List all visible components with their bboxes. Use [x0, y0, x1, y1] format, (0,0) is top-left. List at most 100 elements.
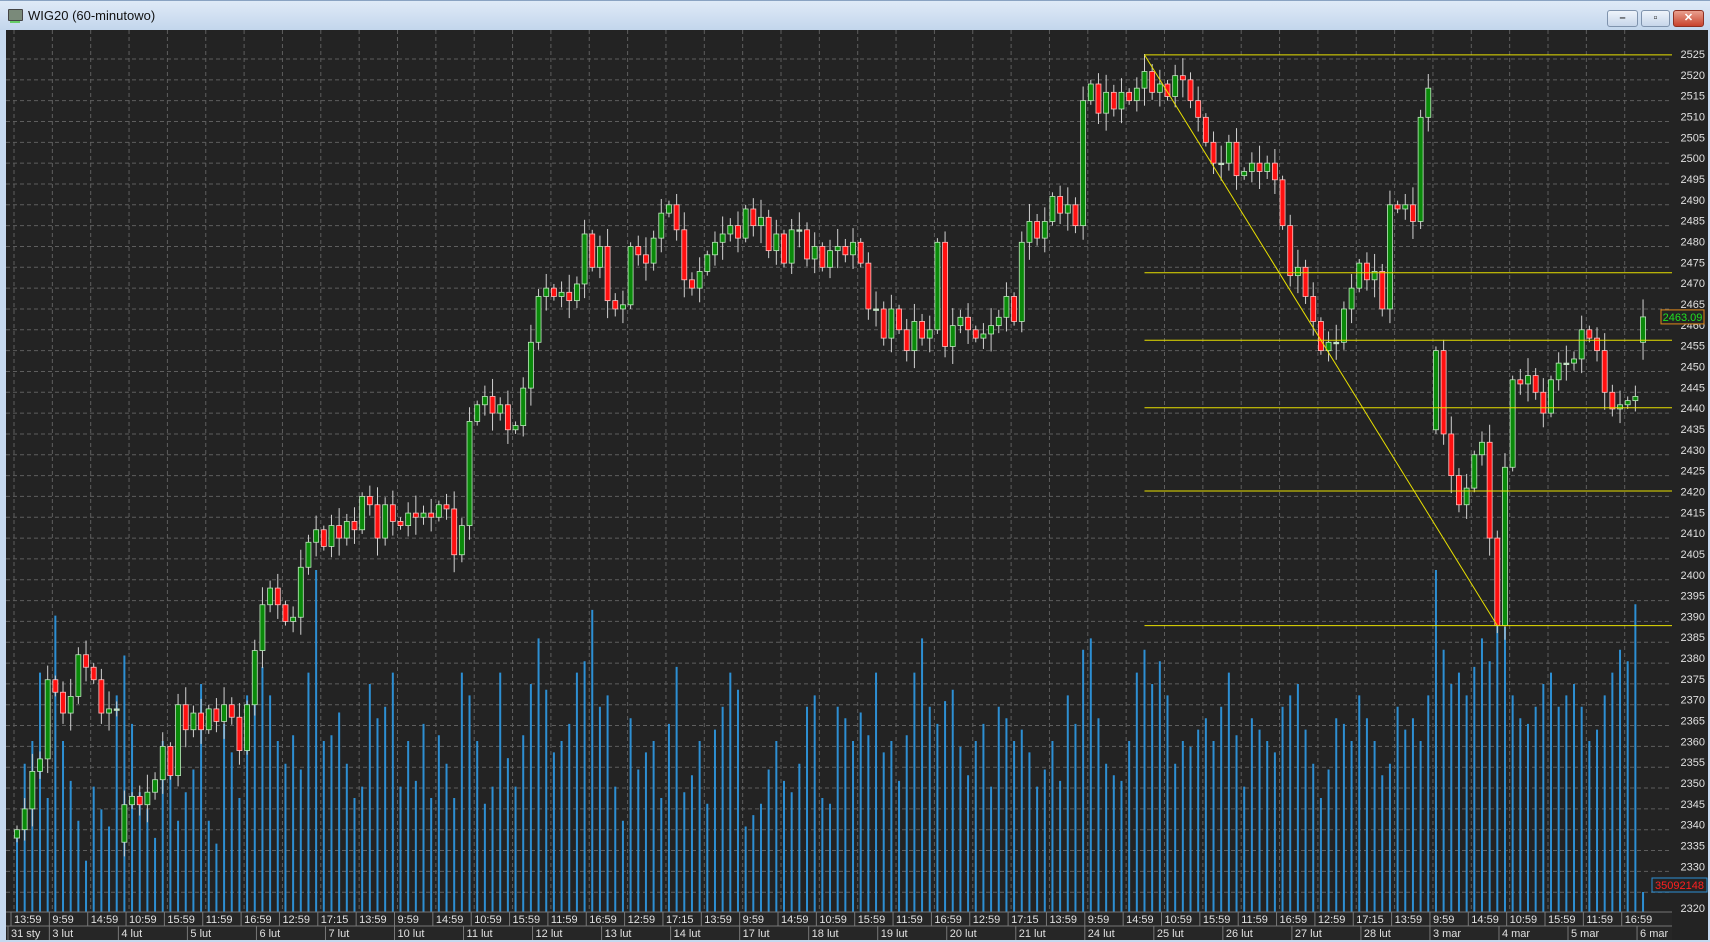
title-bar[interactable]: WIG20 (60-minutowo) – ▫ ✕	[0, 0, 1710, 30]
y-tick-label: 2480	[1681, 236, 1705, 248]
date-label: 3 mar	[1433, 928, 1461, 940]
time-label: 15:59	[1548, 914, 1576, 926]
candle-up	[1064, 204, 1071, 214]
candle-up	[29, 770, 36, 810]
date-label: 26 lut	[1226, 928, 1253, 940]
y-tick-label: 2345	[1681, 799, 1705, 811]
candle-up	[1241, 171, 1248, 177]
candle-down	[1034, 221, 1041, 239]
y-tick-label: 2365	[1681, 716, 1705, 728]
candle-up	[1225, 141, 1232, 164]
time-label: 14:59	[436, 914, 464, 926]
candle-up	[359, 496, 366, 531]
candle-up	[512, 425, 519, 431]
close-button[interactable]: ✕	[1673, 10, 1704, 27]
candle-up	[1348, 287, 1355, 310]
candle-down	[857, 241, 864, 264]
candle-up	[474, 404, 481, 422]
candle-up	[834, 246, 841, 252]
candle-down	[504, 404, 511, 431]
candle-down	[389, 504, 396, 522]
candle-up	[205, 708, 212, 731]
candle-up	[926, 329, 933, 339]
candle-down	[551, 287, 557, 297]
time-label: 13:59	[1049, 914, 1077, 926]
candle-up	[1341, 308, 1347, 343]
candle-up	[1333, 341, 1340, 345]
time-label: 10:59	[474, 914, 502, 926]
candle-down	[1210, 141, 1217, 164]
candle-down	[228, 704, 235, 718]
y-tick-label: 2450	[1681, 361, 1705, 373]
candle-up	[267, 587, 274, 606]
candle-down	[1494, 537, 1501, 626]
candle-up	[175, 704, 181, 776]
y-tick-label: 2410	[1681, 528, 1705, 540]
candle-down	[604, 246, 611, 302]
time-label: 15:59	[167, 914, 195, 926]
time-label: 10:59	[819, 914, 847, 926]
candle-up	[1294, 266, 1301, 277]
time-label: 12:59	[973, 914, 1001, 926]
candle-up	[1003, 296, 1010, 318]
candle-up	[297, 566, 304, 618]
candle-down	[1456, 475, 1462, 506]
time-label: 17:15	[1011, 914, 1039, 926]
y-tick-label: 2375	[1681, 674, 1705, 686]
date-label: 4 mar	[1502, 928, 1530, 940]
y-tick-label: 2350	[1681, 778, 1705, 790]
candle-down	[1011, 296, 1017, 322]
candle-down	[282, 604, 289, 622]
candle-up	[811, 246, 818, 260]
candle-up	[1248, 162, 1255, 172]
time-label: 16:59	[1625, 914, 1653, 926]
candle-down	[1318, 321, 1324, 352]
candle-down	[1364, 262, 1370, 281]
candle-down	[443, 504, 450, 510]
candle-up	[129, 795, 135, 806]
minimize-button[interactable]: –	[1607, 10, 1638, 27]
candle-down	[1410, 204, 1416, 222]
candle-up	[1433, 350, 1439, 431]
time-label: 12:59	[1318, 914, 1346, 926]
candle-down	[1517, 379, 1524, 385]
time-label: 9:59	[52, 914, 73, 926]
candle-up	[159, 745, 166, 781]
candlestick-chart[interactable]: 2525 2520 2515 2510 2505 2500 2495 2490 2485 2480…	[0, 0, 1710, 942]
y-tick-label: 2340	[1681, 820, 1705, 832]
time-label: 10:59	[1510, 914, 1538, 926]
candle-down	[1486, 441, 1493, 539]
date-label: 20 lut	[950, 928, 977, 940]
date-label: 13 lut	[605, 928, 632, 940]
time-label: 16:59	[1280, 914, 1308, 926]
time-label: 14:59	[91, 914, 119, 926]
candle-down	[896, 308, 902, 331]
last-price-label: 2463.09	[1663, 312, 1703, 324]
y-tick-label: 2510	[1681, 111, 1705, 123]
y-tick-label: 2520	[1681, 70, 1705, 82]
time-label: 11:59	[551, 914, 578, 926]
candle-up	[888, 308, 895, 339]
time-label: 14:59	[781, 914, 809, 926]
date-label: 21 lut	[1019, 928, 1046, 940]
time-label: 16:59	[244, 914, 272, 926]
candle-down	[1394, 204, 1401, 210]
time-label: 13:59	[1395, 914, 1423, 926]
time-label: 11:59	[896, 914, 923, 926]
candle-down	[903, 329, 910, 352]
candle-up	[113, 708, 120, 711]
candle-up	[543, 287, 550, 297]
candle-up	[1624, 400, 1631, 406]
candle-up	[758, 216, 764, 227]
candle-down	[90, 666, 97, 681]
candle-up	[850, 241, 856, 256]
y-tick-label: 2400	[1681, 570, 1705, 582]
candle-down	[1379, 271, 1386, 310]
candle-down	[1601, 350, 1608, 393]
maximize-button[interactable]: ▫	[1641, 10, 1670, 27]
candle-up	[788, 229, 795, 264]
candle-down	[1310, 296, 1317, 322]
time-label: 12:59	[282, 914, 310, 926]
time-label: 15:59	[1203, 914, 1231, 926]
candle-up	[1402, 204, 1409, 210]
